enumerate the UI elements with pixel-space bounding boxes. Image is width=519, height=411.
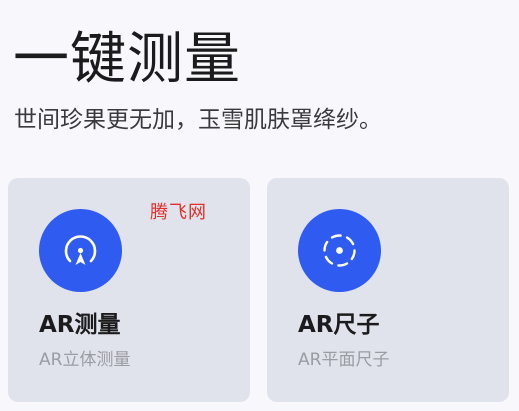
ar-ruler-card[interactable]: AR尺子 AR平面尺子 — [267, 178, 509, 402]
page: 一键测量 世间珍果更无加，玉雪肌肤罩绛纱。 AR测量 AR立体测量 AR尺子 A… — [0, 0, 519, 411]
ar-measure-subtitle: AR立体测量 — [39, 350, 131, 370]
watermark-text: 腾飞网 — [150, 202, 207, 223]
ar-measure-icon — [64, 235, 97, 265]
ar-measure-card[interactable]: AR测量 AR立体测量 — [8, 178, 250, 402]
ar-measure-title: AR测量 — [39, 312, 121, 338]
page-title: 一键测量 — [13, 27, 241, 92]
ar-measure-icon-circle — [39, 209, 122, 292]
page-subtitle: 世间珍果更无加，玉雪肌肤罩绛纱。 — [14, 107, 382, 133]
ar-ruler-subtitle: AR平面尺子 — [298, 350, 390, 370]
ar-ruler-title: AR尺子 — [298, 312, 380, 338]
ar-ruler-icon-circle — [298, 209, 381, 292]
ar-ruler-icon — [323, 234, 356, 267]
